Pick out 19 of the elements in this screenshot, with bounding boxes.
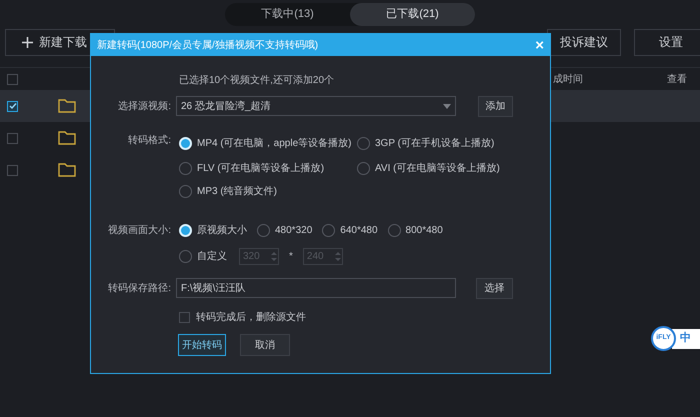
field-label: 视频画面大小: — [107, 224, 171, 238]
field-label: 转码保存路径: — [107, 282, 171, 296]
option-label: MP4 (可在电脑，apple等设备播放) — [197, 136, 352, 150]
option-label: AVI (可在电脑等设备上播放) — [375, 162, 500, 176]
option-label: FLV (可在电脑等设备上播放) — [197, 162, 324, 176]
option-label: 原视频大小 — [197, 224, 247, 238]
option-label: 自定义 — [197, 250, 227, 264]
option-label: MP3 (纯音频文件) — [197, 184, 277, 198]
field-label: 转码格式: — [127, 134, 171, 148]
info-text: 已选择10个视频文件,还可添加20个 — [179, 74, 334, 88]
column-header: 成时间 — [553, 72, 583, 86]
option-label: 800*480 — [406, 224, 443, 238]
multiply-sign: * — [289, 250, 293, 264]
column-header: 查看 — [667, 72, 687, 86]
checkbox-label: 转码完成后，删除源文件 — [196, 310, 306, 324]
field-label: 选择源视频: — [117, 100, 171, 114]
option-label: 640*480 — [340, 224, 378, 238]
option-label: 480*320 — [275, 224, 312, 238]
option-label: 3GP (可在手机设备上播放) — [375, 136, 494, 150]
